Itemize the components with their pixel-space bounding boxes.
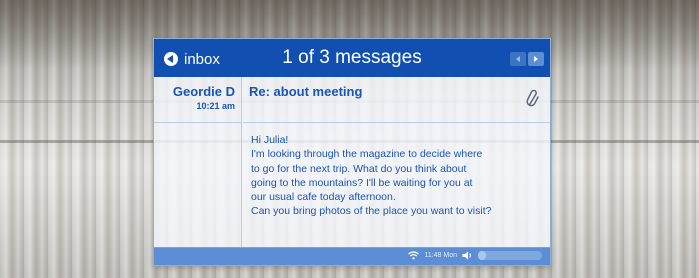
- message-body: Hi Julia! I'm looking through the magazi…: [243, 123, 550, 219]
- sender-info: Geordie D 10:21 am: [154, 77, 241, 123]
- chevron-right-icon: [534, 56, 538, 62]
- status-clock: 11:48 Mon: [424, 252, 457, 259]
- next-message-button[interactable]: [528, 52, 544, 66]
- wifi-icon: [408, 251, 420, 260]
- sender-column: Geordie D 10:21 am: [154, 77, 242, 249]
- speaker-icon[interactable]: [462, 251, 473, 260]
- status-bar: 11:48 Mon: [154, 247, 550, 265]
- subject-row: Re: about meeting: [243, 77, 550, 123]
- message-nav: [510, 52, 544, 66]
- volume-level-fill: [478, 251, 486, 260]
- body-line: going to the mountains? I'll be waiting …: [251, 176, 473, 189]
- previous-message-button[interactable]: [510, 52, 526, 66]
- body-line: Can you bring photos of the place you wa…: [251, 205, 492, 218]
- paperclip-icon[interactable]: [526, 89, 540, 111]
- message-subject: Re: about meeting: [249, 84, 363, 99]
- title-bar: inbox 1 of 3 messages: [154, 39, 550, 77]
- body-line: to go for the next trip. What do you thi…: [251, 162, 467, 175]
- body-line: our usual cafe today afternoon.: [251, 191, 396, 204]
- message-time: 10:21 am: [196, 101, 235, 111]
- message-column: Re: about meeting Hi Julia! I'm looking …: [243, 77, 550, 249]
- body-line: Hi Julia!: [251, 134, 289, 146]
- sender-name: Geordie D: [172, 84, 235, 99]
- status-group: 11:48 Mon: [408, 251, 542, 260]
- message-window: inbox 1 of 3 messages Geordie D 10:21 am…: [153, 38, 551, 266]
- message-counter-title: 1 of 3 messages: [282, 47, 422, 68]
- chevron-left-icon: [516, 56, 520, 62]
- volume-slider[interactable]: [478, 251, 542, 260]
- body-line: I'm looking through the magazine to deci…: [251, 148, 483, 161]
